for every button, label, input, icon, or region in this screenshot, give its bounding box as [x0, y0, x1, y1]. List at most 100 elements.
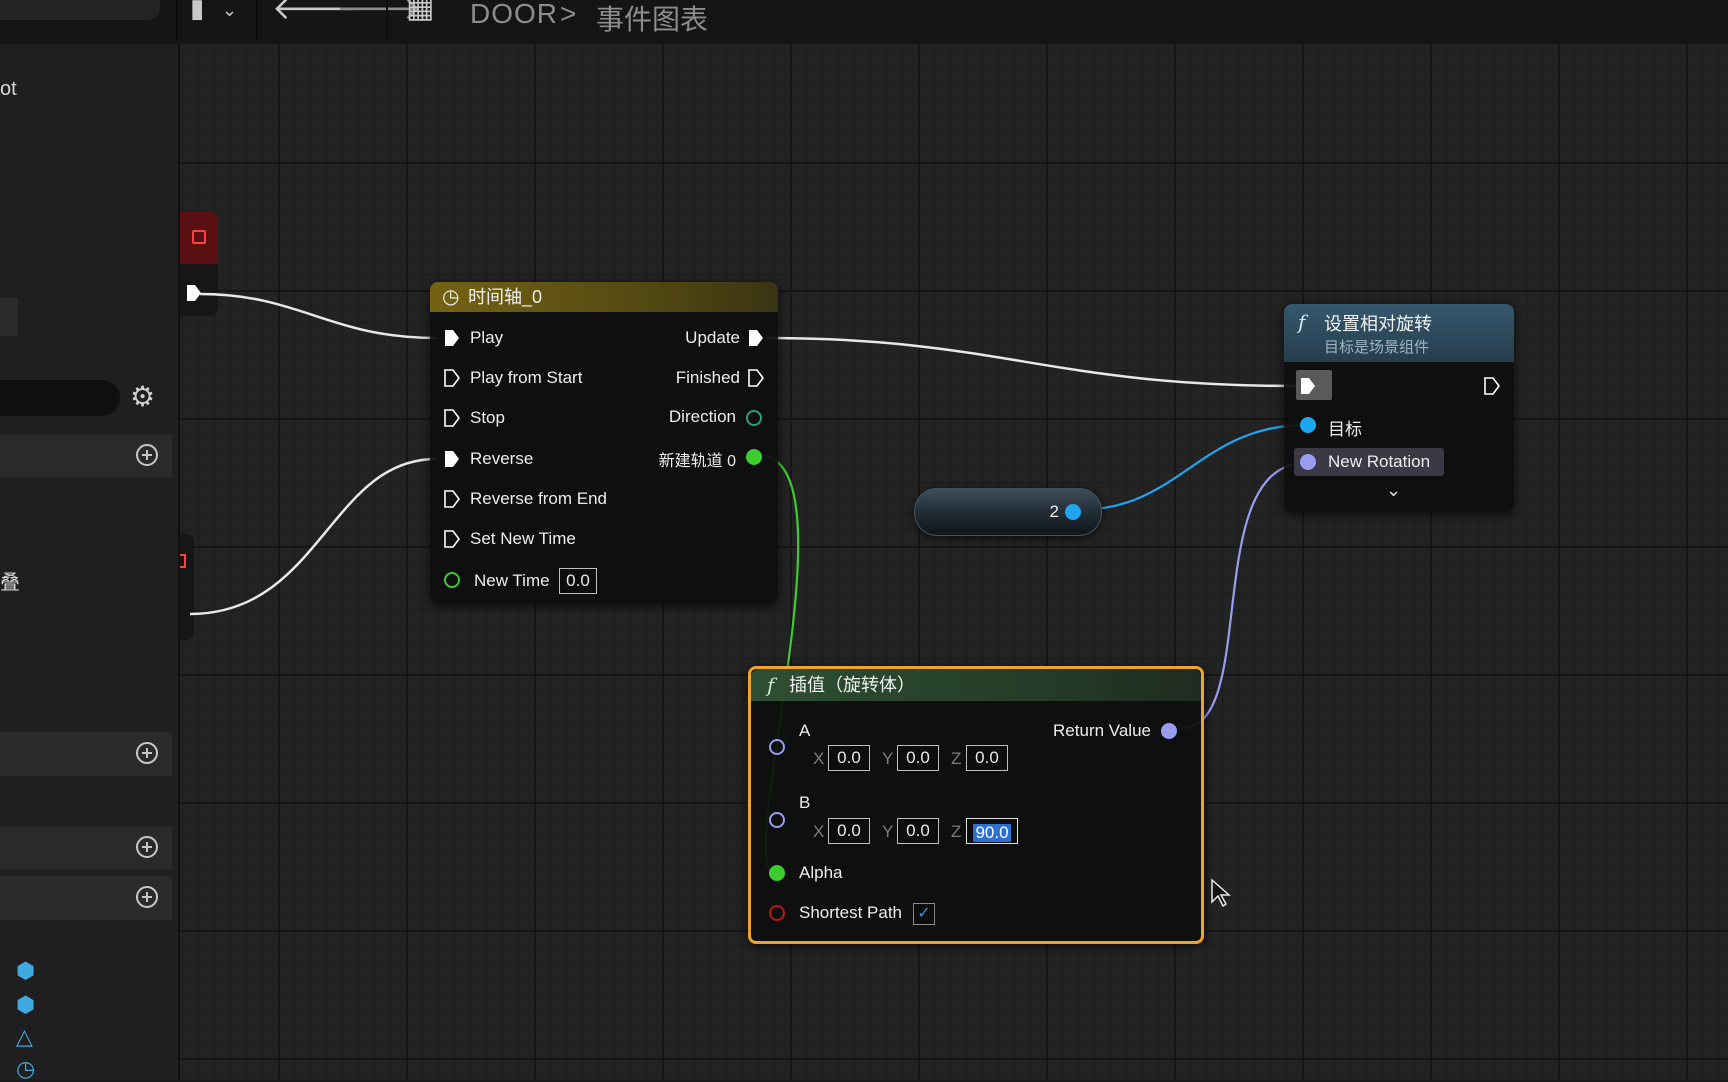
add-variable-icon[interactable]: [136, 886, 158, 908]
my-blueprint-panel: ot ⚙ 叠 ⬢ ⬢ △ ◷: [0, 44, 180, 1082]
b-x-axis-label: X: [813, 822, 825, 841]
play-pin-label: Play: [470, 328, 504, 347]
new-time-pin-label: New Time: [474, 571, 550, 590]
stop-pin-label: Stop: [470, 408, 505, 427]
b-rotator-pin[interactable]: [769, 812, 785, 828]
set-relative-rotation-node[interactable]: f 设置相对旋转 目标是场景组件 目标 New Rotation ⌄: [1284, 304, 1514, 512]
finished-exec-pin[interactable]: [748, 369, 764, 387]
play-from-start-exec-pin[interactable]: [444, 369, 460, 387]
scene-component-icon[interactable]: △: [16, 1024, 44, 1050]
graph-hierarchy-icon[interactable]: ▦: [406, 0, 434, 23]
return-value-pin-label: Return Value: [1053, 721, 1151, 740]
target-pin-label: 目标: [1328, 420, 1362, 439]
b-pin-label: B: [799, 793, 811, 812]
a-y-axis-label: Y: [882, 749, 894, 768]
left-panel-item-text[interactable]: 叠: [0, 566, 20, 595]
finished-pin-label: Finished: [675, 368, 740, 387]
a-rotator-pin[interactable]: [769, 739, 785, 755]
play-exec-pin[interactable]: [444, 329, 460, 347]
exec-input-pin[interactable]: [1300, 377, 1316, 395]
bookmark-dropdown-chevron-icon[interactable]: ⌄: [222, 0, 237, 22]
search-input[interactable]: [0, 380, 120, 416]
breadcrumb-separator: >: [560, 0, 577, 29]
stop-exec-pin[interactable]: [444, 409, 460, 427]
lerp-rotator-header[interactable]: f 插值（旋转体）: [751, 669, 1201, 701]
event-icon: [180, 554, 186, 568]
b-x-input[interactable]: 0.0: [828, 818, 870, 844]
section-functions-row[interactable]: [0, 732, 172, 776]
lerp-rotator-node[interactable]: f 插值（旋转体） A X 0.0 Y 0.0 Z 0.0 Return Val…: [748, 666, 1204, 944]
toolbar-separator: [176, 0, 178, 40]
a-z-input[interactable]: 0.0: [966, 745, 1008, 771]
set-new-time-pin-label: Set New Time: [470, 529, 576, 548]
new-time-input[interactable]: 0.0: [559, 568, 597, 594]
exec-output-pin[interactable]: [186, 284, 202, 302]
b-z-input[interactable]: 90.0: [966, 818, 1018, 844]
exec-output-pin[interactable]: [1484, 377, 1500, 395]
direction-enum-pin[interactable]: [746, 410, 762, 426]
update-exec-pin[interactable]: [748, 329, 764, 347]
section-graphs-row[interactable]: [0, 434, 172, 478]
a-x-axis-label: X: [813, 749, 825, 768]
left-panel-item-text[interactable]: ot: [0, 78, 17, 101]
timeline-node-title: 时间轴_0: [468, 287, 543, 307]
target-object-pin[interactable]: [1300, 417, 1316, 433]
bookmark-icon[interactable]: ▮: [190, 0, 204, 21]
new-rotation-rotator-pin[interactable]: [1300, 454, 1316, 470]
mouse-cursor-icon: [1211, 878, 1231, 908]
component-variable-node[interactable]: 2: [914, 488, 1102, 536]
new-track-pin-label: 新建轨道 0: [658, 453, 736, 470]
clock-icon: ◷: [442, 286, 460, 308]
reverse-exec-pin[interactable]: [444, 450, 460, 468]
return-value-rotator-pin[interactable]: [1161, 723, 1177, 739]
component-cube-icon[interactable]: ⬢: [16, 958, 44, 984]
a-y-input[interactable]: 0.0: [897, 745, 939, 771]
a-z-axis-label: Z: [951, 749, 962, 768]
function-icon: f: [1298, 310, 1306, 334]
add-macro-icon[interactable]: [136, 836, 158, 858]
alpha-pin-label: Alpha: [799, 863, 843, 882]
add-graph-icon[interactable]: [136, 444, 158, 466]
new-track-float-pin[interactable]: [746, 449, 762, 465]
toolbar-separator: [386, 0, 388, 40]
set-relative-rotation-header[interactable]: f 设置相对旋转 目标是场景组件: [1284, 304, 1514, 362]
variable-object-pin[interactable]: [1065, 504, 1081, 520]
a-x-input[interactable]: 0.0: [828, 745, 870, 771]
section-macros-row[interactable]: [0, 826, 172, 870]
event-icon: [192, 230, 206, 244]
function-icon: f: [767, 673, 775, 697]
new-time-float-pin[interactable]: [444, 572, 460, 588]
a-pin-label: A: [799, 721, 811, 740]
expand-chevron-icon[interactable]: ⌄: [1386, 480, 1401, 501]
lerp-rotator-title: 插值（旋转体）: [789, 675, 915, 695]
b-z-input-selected-text: 90.0: [973, 823, 1011, 842]
variable-name-label: 2: [1049, 502, 1059, 521]
play-from-start-pin-label: Play from Start: [470, 368, 583, 387]
gear-icon[interactable]: ⚙: [130, 380, 155, 413]
direction-pin-label: Direction: [668, 407, 736, 426]
toolbar-left-pill: [0, 0, 160, 20]
new-rotation-pin-label: New Rotation: [1328, 452, 1431, 471]
event-node-partial[interactable]: [180, 212, 218, 316]
set-relative-rotation-subtitle: 目标是场景组件: [1324, 339, 1430, 356]
breadcrumb-event-graph[interactable]: 事件图表: [596, 0, 708, 38]
component-cube-icon[interactable]: ⬢: [16, 992, 44, 1018]
timeline-node-header[interactable]: ◷ 时间轴_0: [430, 282, 778, 312]
add-function-icon[interactable]: [136, 742, 158, 764]
section-variables-row[interactable]: [0, 876, 172, 920]
alpha-float-pin[interactable]: [769, 865, 785, 881]
set-new-time-exec-pin[interactable]: [444, 530, 460, 548]
b-y-input[interactable]: 0.0: [897, 818, 939, 844]
timeline-clock-icon[interactable]: ◷: [16, 1056, 44, 1082]
shortest-path-checkbox[interactable]: ✓: [913, 903, 935, 925]
b-z-axis-label: Z: [951, 822, 962, 841]
set-relative-rotation-title: 设置相对旋转: [1324, 314, 1432, 334]
event-node-partial[interactable]: [180, 534, 194, 640]
reverse-from-end-pin-label: Reverse from End: [470, 489, 607, 508]
shortest-path-bool-pin[interactable]: [769, 905, 785, 921]
breadcrumb-blueprint[interactable]: DOOR: [470, 0, 558, 30]
timeline-node[interactable]: ◷ 时间轴_0 Play Play from Start Stop Revers…: [430, 282, 778, 604]
shortest-path-pin-label: Shortest Path: [799, 903, 903, 922]
reverse-from-end-exec-pin[interactable]: [444, 490, 460, 508]
left-panel-tab[interactable]: [0, 298, 18, 336]
